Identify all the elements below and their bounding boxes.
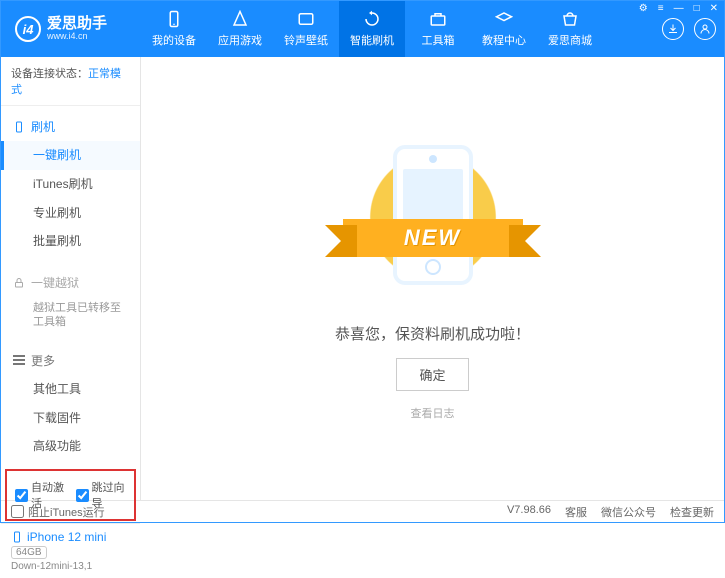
sidebar-item-itunes-flash[interactable]: iTunes刷机 <box>1 170 140 199</box>
sidebar-head-label: 刷机 <box>31 118 55 135</box>
sidebar-head-label: 一键越狱 <box>31 274 79 291</box>
sidebar-item-batch-flash[interactable]: 批量刷机 <box>1 227 140 256</box>
app-url: www.i4.cn <box>47 31 107 42</box>
title-right <box>662 18 724 40</box>
nav-tutorial[interactable]: 教程中心 <box>471 1 537 57</box>
titlebar: ⚙ ≡ — □ ✕ i4 爱思助手 www.i4.cn 我的设备 应用游戏 铃声… <box>1 1 724 57</box>
nav-label: 我的设备 <box>152 32 196 48</box>
wallpaper-icon <box>297 10 315 28</box>
nav-label: 智能刷机 <box>350 32 394 48</box>
nav-label: 工具箱 <box>422 32 455 48</box>
connection-status: 设备连接状态：正常模式 <box>1 57 140 106</box>
user-button[interactable] <box>694 18 716 40</box>
checkbox-input[interactable] <box>76 489 89 502</box>
app-title: 爱思助手 <box>47 16 107 31</box>
store-icon <box>561 10 579 28</box>
device-name-text: iPhone 12 mini <box>27 530 106 544</box>
phone-icon <box>165 10 183 28</box>
sidebar-item-pro-flash[interactable]: 专业刷机 <box>1 199 140 228</box>
sidebar-head-flash[interactable]: 刷机 <box>1 112 140 141</box>
new-ribbon: NEW <box>343 219 523 257</box>
logo-icon: i4 <box>15 16 41 42</box>
sidebar-item-oneclick-flash[interactable]: 一键刷机 <box>1 141 140 170</box>
toolbox-icon <box>429 10 447 28</box>
nav-store[interactable]: 爱思商城 <box>537 1 603 57</box>
device-subtext: Down-12mini-13,1 <box>11 561 130 572</box>
nav-label: 爱思商城 <box>548 32 592 48</box>
nav-smart-flash[interactable]: 智能刷机 <box>339 1 405 57</box>
settings-icon[interactable]: ⚙ <box>637 3 650 14</box>
check-update-link[interactable]: 检查更新 <box>670 504 714 520</box>
sidebar-head-jailbreak: 一键越狱 <box>1 268 140 297</box>
nav-label: 应用游戏 <box>218 32 262 48</box>
sidebar-item-other-tools[interactable]: 其他工具 <box>1 375 140 404</box>
close-icon[interactable]: ✕ <box>708 3 720 14</box>
view-log-link[interactable]: 查看日志 <box>411 405 455 421</box>
minimize-icon[interactable]: — <box>672 3 686 14</box>
phone-icon <box>11 531 23 543</box>
success-message: 恭喜您，保资料刷机成功啦！ <box>335 323 530 344</box>
sidebar-item-download-firmware[interactable]: 下载固件 <box>1 404 140 433</box>
menu-icon[interactable]: ≡ <box>656 3 666 14</box>
grad-cap-icon <box>495 10 513 28</box>
jailbreak-note: 越狱工具已转移至工具箱 <box>1 297 140 334</box>
sidebar-head-label: 更多 <box>31 352 55 369</box>
support-link[interactable]: 客服 <box>565 504 587 520</box>
top-nav: 我的设备 应用游戏 铃声壁纸 智能刷机 工具箱 教程中心 爱思商城 <box>141 1 662 57</box>
success-illustration: NEW <box>333 137 533 297</box>
sidebar-head-more[interactable]: 更多 <box>1 346 140 375</box>
refresh-icon <box>363 10 381 28</box>
download-button[interactable] <box>662 18 684 40</box>
ribbon-text: NEW <box>404 225 461 251</box>
download-icon <box>667 23 679 35</box>
hamburger-icon <box>13 355 25 365</box>
logo[interactable]: i4 爱思助手 www.i4.cn <box>1 16 141 42</box>
conn-label: 设备连接状态： <box>11 68 88 80</box>
checkbox-input[interactable] <box>11 505 24 518</box>
window-controls: ⚙ ≡ — □ ✕ <box>637 3 720 14</box>
sidebar-item-advanced[interactable]: 高级功能 <box>1 432 140 461</box>
main-content: NEW 恭喜您，保资料刷机成功啦！ 确定 查看日志 <box>141 57 724 500</box>
wechat-link[interactable]: 微信公众号 <box>601 504 656 520</box>
nav-label: 教程中心 <box>482 32 526 48</box>
block-itunes-checkbox[interactable]: 阻止iTunes运行 <box>11 504 105 520</box>
checkbox-label: 阻止iTunes运行 <box>28 504 105 520</box>
lock-icon <box>13 277 25 289</box>
nav-apps-games[interactable]: 应用游戏 <box>207 1 273 57</box>
apps-icon <box>231 10 249 28</box>
device-name: iPhone 12 mini <box>11 530 130 544</box>
device-panel[interactable]: iPhone 12 mini 64GB Down-12mini-13,1 <box>1 523 140 578</box>
nav-ringtone-wallpaper[interactable]: 铃声壁纸 <box>273 1 339 57</box>
nav-toolbox[interactable]: 工具箱 <box>405 1 471 57</box>
maximize-icon[interactable]: □ <box>692 3 702 14</box>
sidebar: 设备连接状态：正常模式 刷机 一键刷机 iTunes刷机 专业刷机 批量刷机 一… <box>1 57 141 500</box>
user-icon <box>699 23 711 35</box>
nav-label: 铃声壁纸 <box>284 32 328 48</box>
nav-my-device[interactable]: 我的设备 <box>141 1 207 57</box>
phone-icon <box>13 121 25 133</box>
ok-button[interactable]: 确定 <box>396 358 468 391</box>
storage-badge: 64GB <box>11 546 47 559</box>
version-label: V7.98.66 <box>507 504 551 520</box>
checkbox-input[interactable] <box>15 489 28 502</box>
